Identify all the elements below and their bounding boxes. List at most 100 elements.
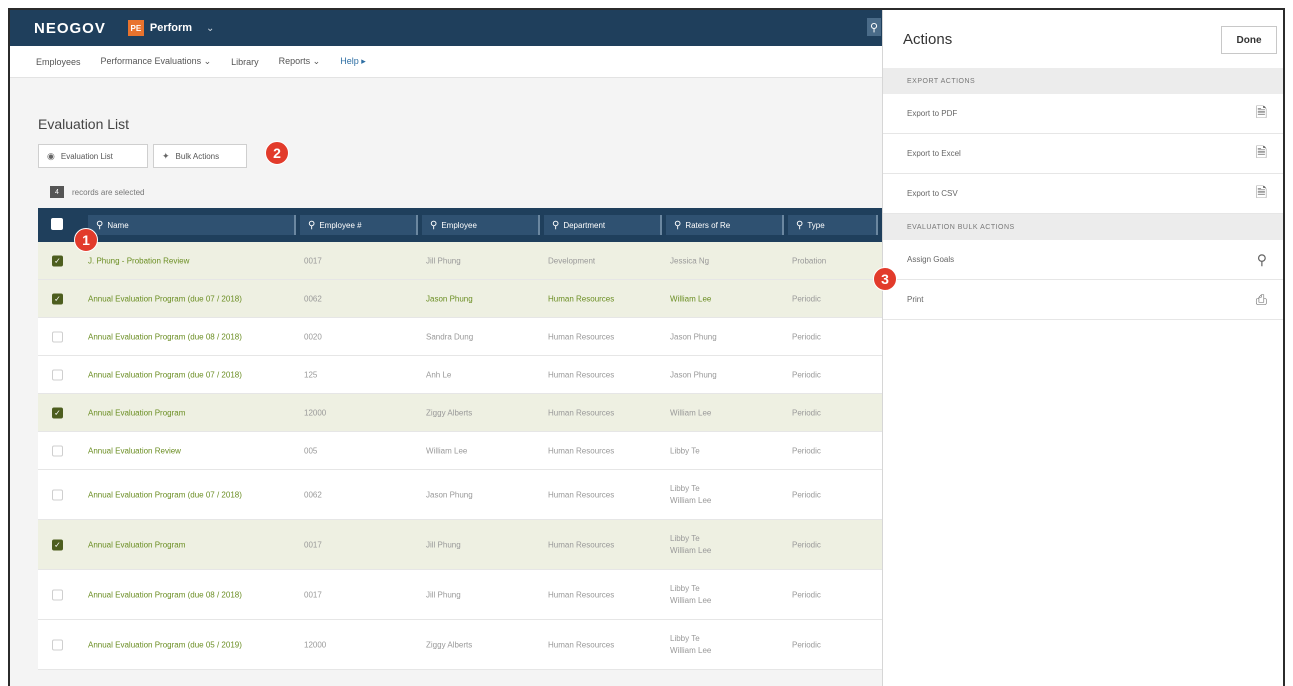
employee-name: Jason Phung bbox=[426, 490, 473, 499]
evaluation-type: Periodic bbox=[792, 332, 821, 341]
table-row[interactable]: Annual Evaluation Program (due 07 / 2018… bbox=[38, 356, 885, 394]
pin-icon: ✦ bbox=[162, 150, 170, 161]
evaluation-type: Periodic bbox=[792, 446, 821, 455]
column-header-raters[interactable]: ⚲ Raters of Re bbox=[666, 215, 784, 235]
pdf-file-icon: 🗎 bbox=[1255, 103, 1267, 120]
nav-reports[interactable]: Reports ⌄ bbox=[279, 56, 321, 67]
column-header-employee[interactable]: ⚲ Employee bbox=[422, 215, 540, 235]
evaluation-type: Periodic bbox=[792, 370, 821, 379]
evaluation-name-link[interactable]: Annual Evaluation Program (due 07 / 2018… bbox=[88, 294, 242, 303]
row-checkbox[interactable] bbox=[52, 489, 63, 500]
evaluation-name-link[interactable]: Annual Evaluation Program bbox=[88, 540, 185, 549]
table-row[interactable]: Annual Evaluation Program (due 07 / 2018… bbox=[38, 470, 885, 520]
rater: William Lee bbox=[670, 595, 712, 605]
nav-library[interactable]: Library bbox=[231, 57, 259, 67]
employee-name: Jill Phung bbox=[426, 540, 461, 549]
evaluation-name-link[interactable]: Annual Evaluation Program (due 08 / 2018… bbox=[88, 332, 242, 341]
column-header-department[interactable]: ⚲ Department bbox=[544, 215, 662, 235]
evaluation-name-link[interactable]: Annual Evaluation Program (due 05 / 2019… bbox=[88, 640, 242, 649]
export-pdf-action[interactable]: Export to PDF 🗎 bbox=[883, 94, 1283, 134]
evaluation-name-link[interactable]: Annual Evaluation Program bbox=[88, 408, 185, 417]
table-row[interactable]: Annual Evaluation Program (due 08 / 2018… bbox=[38, 570, 885, 620]
row-checkbox[interactable]: ✓ bbox=[52, 293, 63, 304]
employee-number: 12000 bbox=[304, 408, 327, 417]
raters: Jason Phung bbox=[670, 370, 717, 379]
row-checkbox[interactable]: ✓ bbox=[52, 407, 63, 418]
table-row[interactable]: ✓ Annual Evaluation Program 12000 Ziggy … bbox=[38, 394, 885, 432]
selection-info: 4 records are selected bbox=[50, 186, 144, 198]
nav-performance-evaluations[interactable]: Performance Evaluations ⌄ bbox=[101, 56, 212, 67]
evaluation-name-link[interactable]: Annual Evaluation Program (due 07 / 2018… bbox=[88, 370, 242, 379]
top-bar: NEOGOV PE Perform ⌄ ⚲ bbox=[10, 10, 885, 46]
row-checkbox[interactable] bbox=[52, 589, 63, 600]
rater: William Lee bbox=[670, 645, 712, 655]
table-row[interactable]: Annual Evaluation Program (due 08 / 2018… bbox=[38, 318, 885, 356]
row-checkbox[interactable] bbox=[52, 639, 63, 650]
sub-navigation: Employees Performance Evaluations ⌄ Libr… bbox=[10, 46, 885, 78]
evaluation-name-link[interactable]: Annual Evaluation Program (due 07 / 2018… bbox=[88, 490, 242, 499]
done-button[interactable]: Done bbox=[1221, 26, 1277, 54]
export-csv-label: Export to CSV bbox=[907, 189, 958, 198]
table-row[interactable]: Annual Evaluation Review 005 William Lee… bbox=[38, 432, 885, 470]
export-excel-action[interactable]: Export to Excel 🗎 bbox=[883, 134, 1283, 174]
evaluation-type: Probation bbox=[792, 256, 827, 265]
raters: William Lee bbox=[670, 408, 712, 417]
export-pdf-label: Export to PDF bbox=[907, 109, 958, 118]
evaluation-name-link[interactable]: Annual Evaluation Program (due 08 / 2018… bbox=[88, 590, 242, 599]
row-checkbox[interactable]: ✓ bbox=[52, 539, 63, 550]
print-action[interactable]: Print ⎙ bbox=[883, 280, 1283, 320]
row-checkbox[interactable] bbox=[52, 445, 63, 456]
table-row[interactable]: ✓ J. Phung - Probation Review 0017 Jill … bbox=[38, 242, 885, 280]
table-row[interactable]: ✓ Annual Evaluation Program 0017 Jill Ph… bbox=[38, 520, 885, 570]
employee-name: Jill Phung bbox=[426, 256, 461, 265]
evaluation-name-link[interactable]: J. Phung - Probation Review bbox=[88, 256, 189, 265]
actions-panel: Actions Done EXPORT ACTIONS Export to PD… bbox=[882, 10, 1283, 686]
search-icon[interactable]: ⚲ bbox=[867, 18, 881, 36]
product-switcher[interactable]: Perform bbox=[150, 22, 192, 34]
table-row[interactable]: ✓ Annual Evaluation Program (due 07 / 20… bbox=[38, 280, 885, 318]
employee-number: 005 bbox=[304, 446, 318, 455]
department: Human Resources bbox=[548, 640, 615, 649]
callout-marker-1: 1 bbox=[74, 228, 98, 252]
raters: Libby Te bbox=[670, 446, 700, 455]
employee-name: Jason Phung bbox=[426, 294, 473, 303]
assign-goals-action[interactable]: Assign Goals ⚲ bbox=[883, 240, 1283, 280]
table-row[interactable]: Annual Evaluation Program (due 05 / 2019… bbox=[38, 620, 885, 670]
employee-number: 125 bbox=[304, 370, 318, 379]
row-checkbox[interactable] bbox=[52, 369, 63, 380]
raters: William Lee bbox=[670, 294, 712, 303]
row-checkbox[interactable]: ✓ bbox=[52, 255, 63, 266]
rater: William Lee bbox=[670, 495, 712, 505]
column-label: Employee # bbox=[319, 220, 362, 230]
search-icon: ⚲ bbox=[96, 219, 104, 231]
evaluation-list-button[interactable]: ◉ Evaluation List bbox=[38, 144, 148, 168]
trophy-icon: ⚲ bbox=[1256, 251, 1267, 267]
nav-help[interactable]: Help ▸ bbox=[340, 56, 366, 67]
chevron-down-icon[interactable]: ⌄ bbox=[206, 23, 214, 34]
employee-number: 0020 bbox=[304, 332, 322, 341]
column-label: Name bbox=[107, 220, 129, 230]
column-header-type[interactable]: ⚲ Type bbox=[788, 215, 878, 235]
column-header-employee-number[interactable]: ⚲ Employee # bbox=[300, 215, 418, 235]
evaluation-type: Periodic bbox=[792, 408, 821, 417]
rater: Libby Te bbox=[670, 483, 700, 493]
nav-employees[interactable]: Employees bbox=[36, 57, 81, 67]
column-label: Department bbox=[563, 220, 606, 230]
raters: Jason Phung bbox=[670, 332, 717, 341]
row-checkbox[interactable] bbox=[52, 331, 63, 342]
department: Human Resources bbox=[548, 332, 615, 341]
bulk-actions-button[interactable]: ✦ Bulk Actions bbox=[153, 144, 247, 168]
select-all-checkbox[interactable] bbox=[51, 218, 63, 230]
evaluation-name-link[interactable]: Annual Evaluation Review bbox=[88, 446, 181, 455]
actions-panel-title: Actions bbox=[903, 30, 953, 48]
export-csv-action[interactable]: Export to CSV 🗎 bbox=[883, 174, 1283, 214]
assign-goals-label: Assign Goals bbox=[907, 255, 955, 264]
column-header-name[interactable]: ⚲ Name bbox=[88, 215, 296, 235]
print-label: Print bbox=[907, 295, 924, 304]
department: Development bbox=[548, 256, 596, 265]
department: Human Resources bbox=[548, 446, 615, 455]
app-frame: NEOGOV PE Perform ⌄ ⚲ Employees Performa… bbox=[8, 8, 1285, 686]
csv-file-icon: 🗎 bbox=[1255, 183, 1267, 200]
evaluation-bulk-actions-section: EVALUATION BULK ACTIONS bbox=[883, 214, 1283, 240]
employee-number: 0017 bbox=[304, 540, 322, 549]
